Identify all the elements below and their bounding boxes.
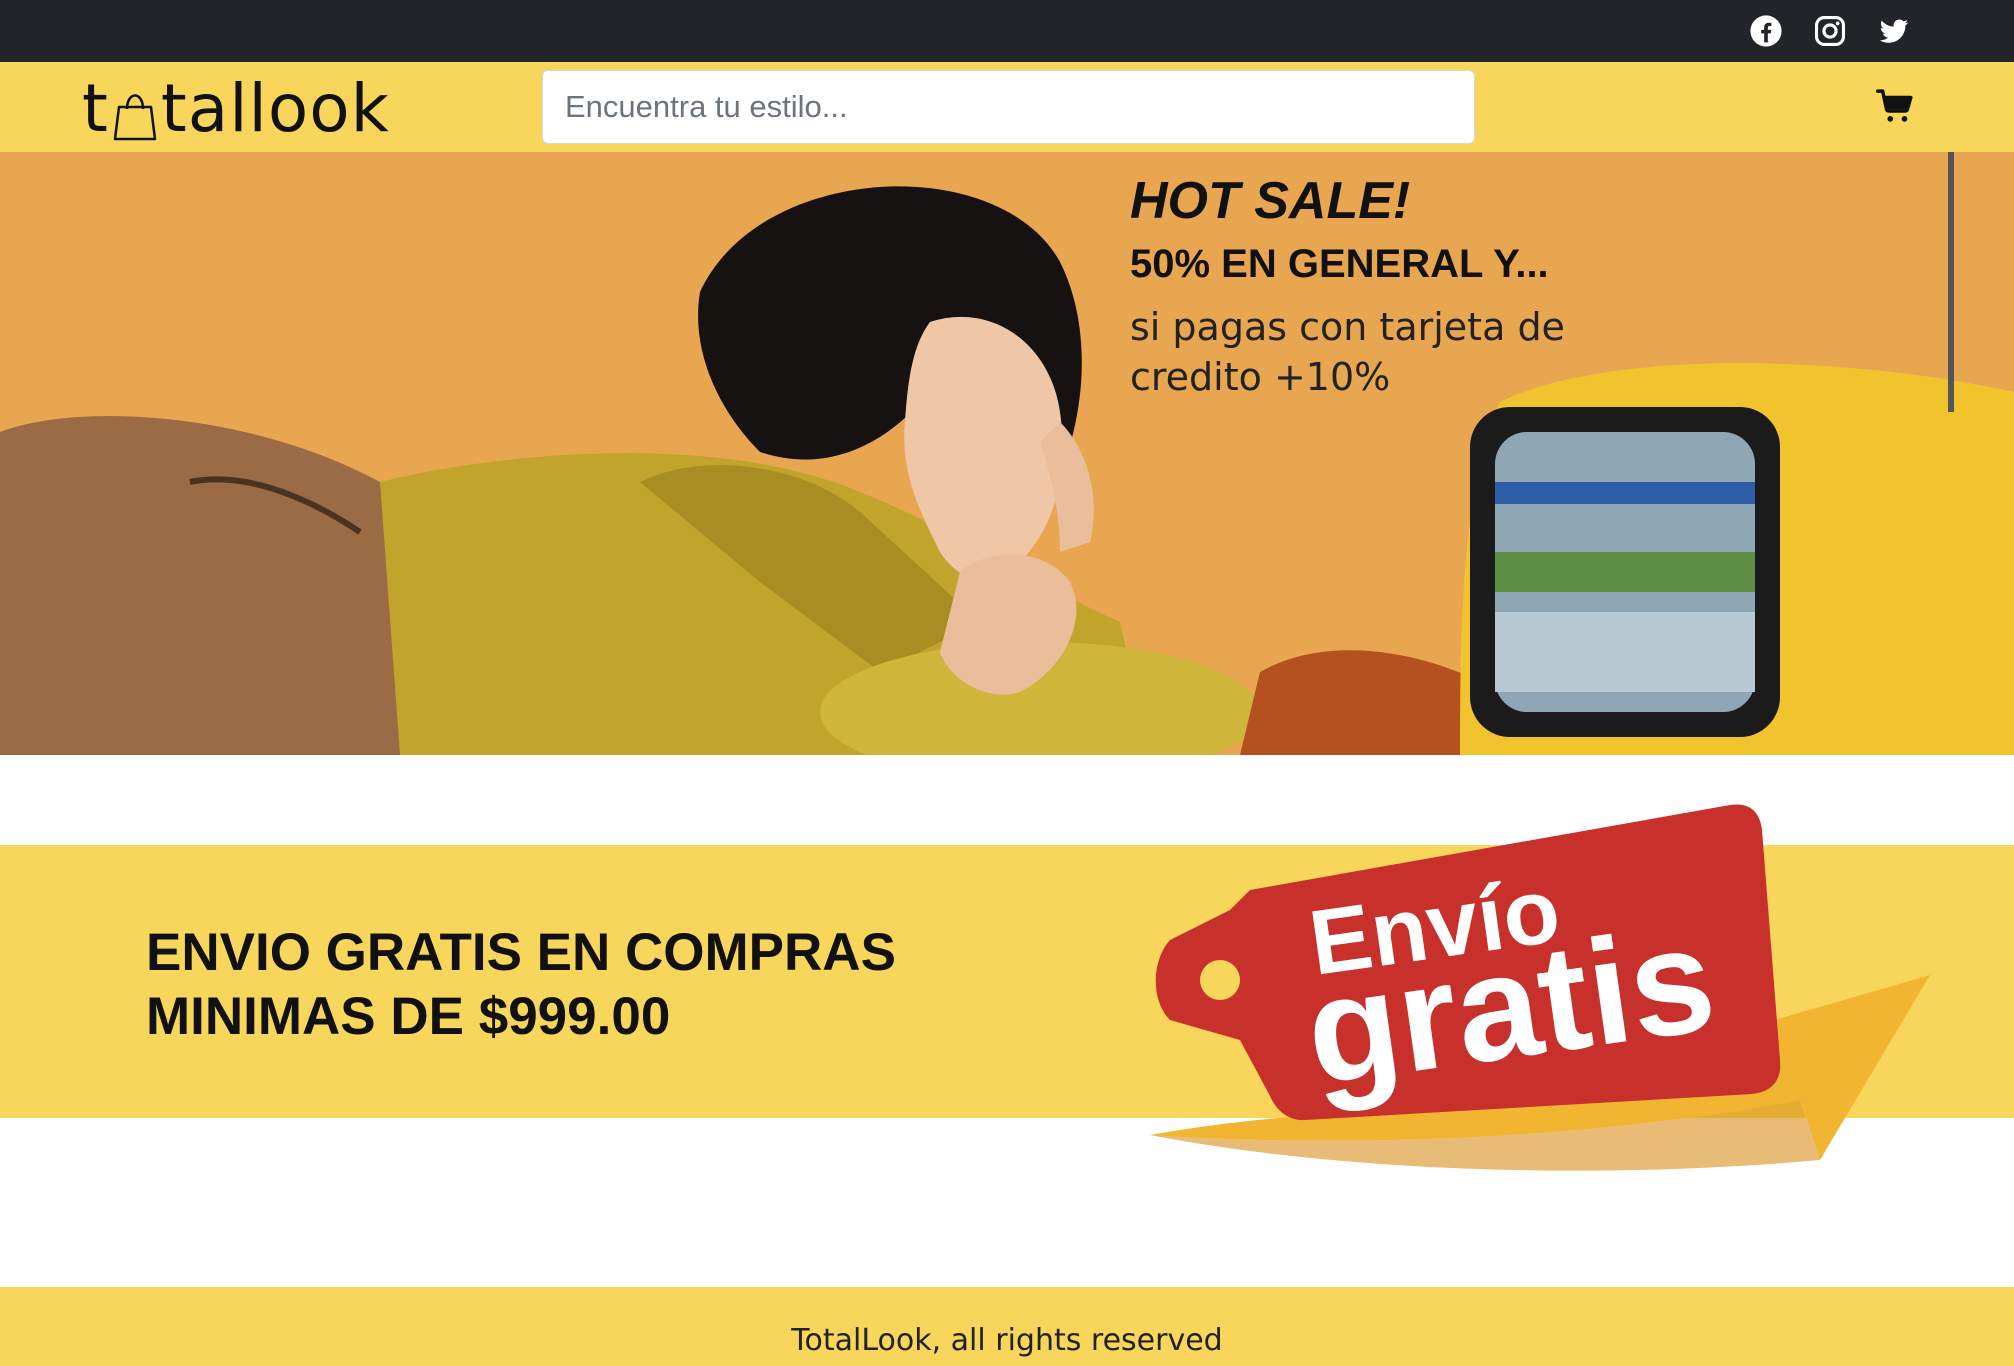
social-bar	[0, 0, 2014, 62]
hero-subtitle: 50% EN GENERAL Y...	[1130, 242, 1549, 286]
facebook-icon[interactable]	[1747, 12, 1785, 50]
site-footer: TotalLook, all rights reserved	[0, 1287, 2014, 1366]
hero-description: si pagas con tarjeta de credito +10%	[1130, 305, 1565, 399]
logo-text-prefix: t	[82, 69, 109, 147]
cart-icon[interactable]	[1875, 88, 1914, 126]
hero-photo	[0, 152, 2014, 755]
search-input[interactable]	[542, 70, 1475, 144]
instagram-icon[interactable]	[1811, 12, 1849, 50]
hot-sale-banner[interactable]: HOT SALE! 50% EN GENERAL Y... si pagas c…	[0, 152, 2014, 755]
footer-copyright: TotalLook, all rights reserved	[791, 1323, 1223, 1358]
hero-title: HOT SALE!	[1130, 172, 1411, 230]
logo-text-suffix: tallook	[160, 69, 390, 147]
site-header: t tallook	[0, 62, 2014, 152]
free-shipping-text: ENVIO GRATIS EN COMPRAS MINIMAS DE $999.…	[146, 923, 896, 1046]
shopping-bag-icon	[111, 80, 159, 141]
site-logo[interactable]: t tallook	[82, 70, 390, 147]
twitter-icon[interactable]	[1875, 12, 1913, 50]
free-shipping-tag-graphic: Envío gratis	[1150, 804, 1930, 1171]
hero-copy: HOT SALE! 50% EN GENERAL Y... si pagas c…	[1130, 170, 1650, 402]
